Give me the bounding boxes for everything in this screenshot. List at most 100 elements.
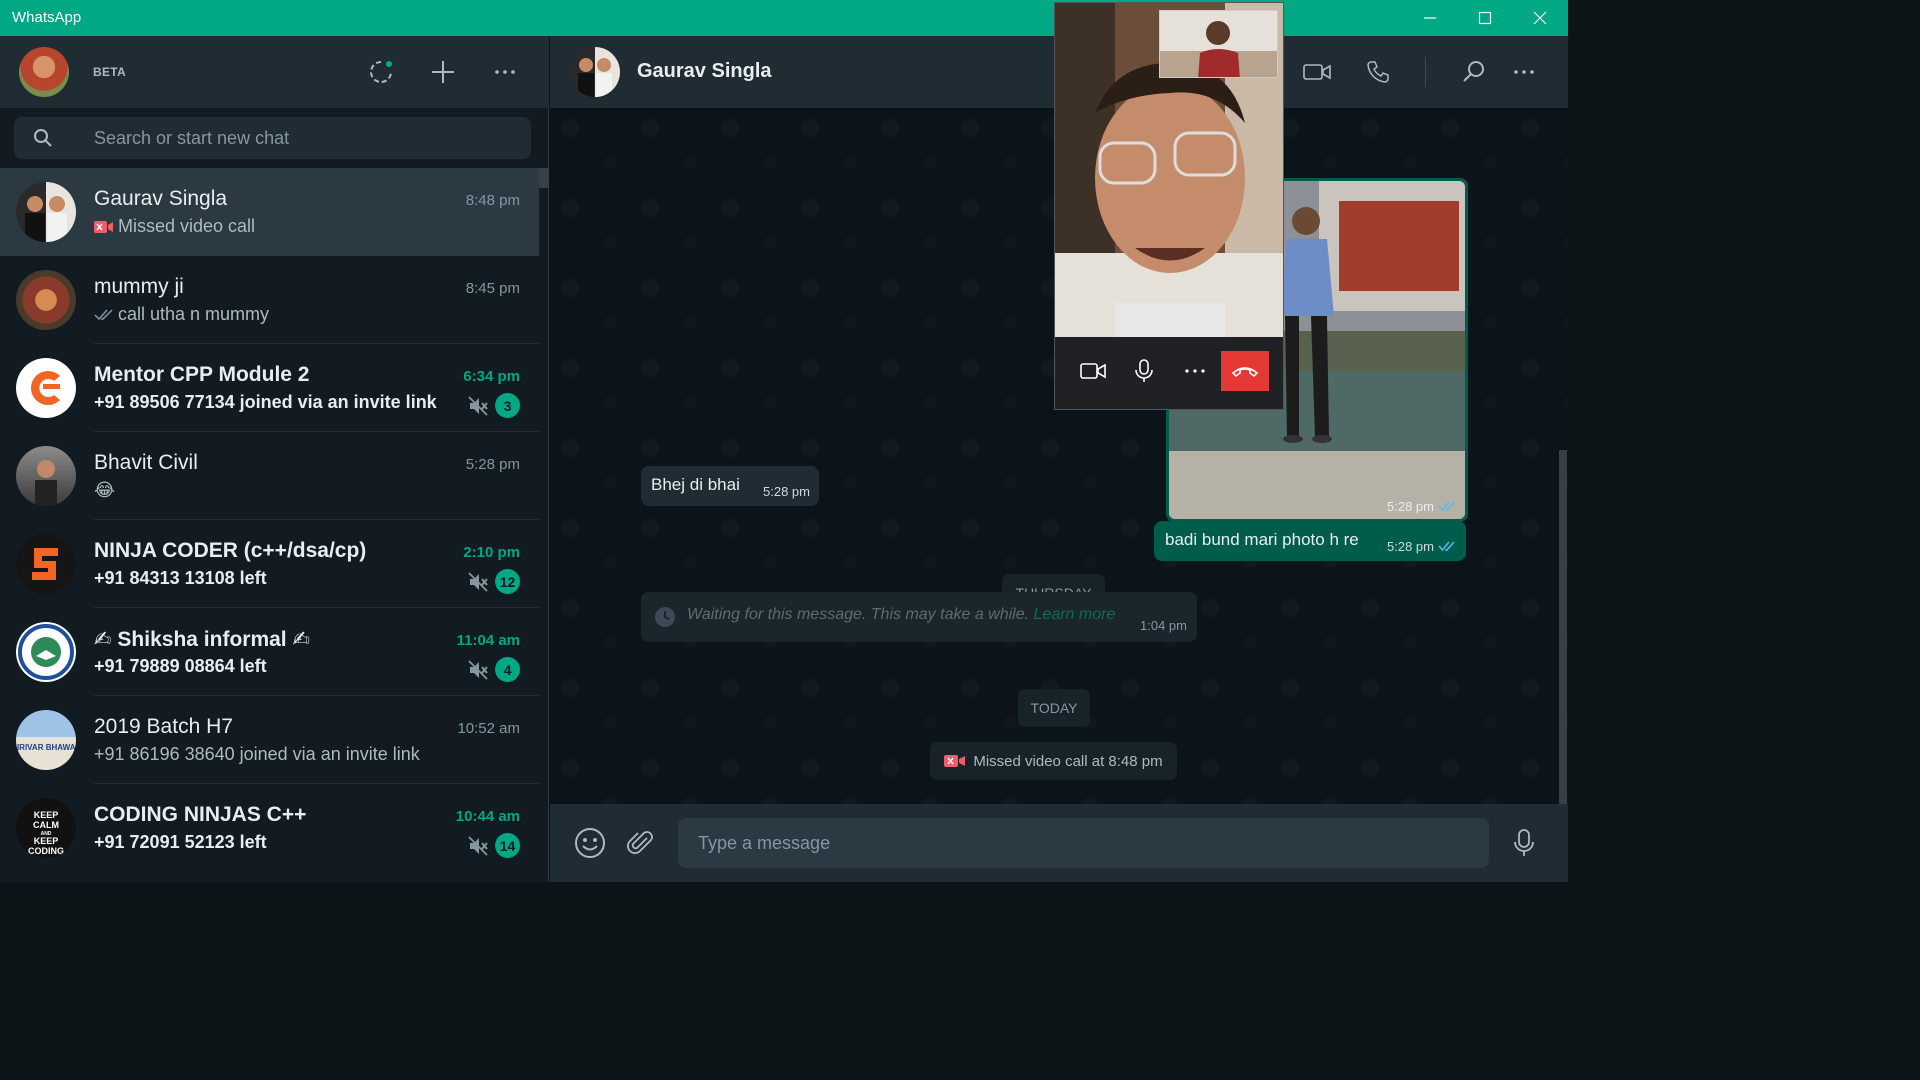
chat-preview: +91 89506 77134 joined via an invite lin… — [94, 392, 437, 413]
contact-avatar[interactable] — [570, 47, 620, 97]
voice-call-button[interactable] — [1360, 54, 1396, 90]
chat-preview-text: call utha n mummy — [118, 304, 270, 324]
svg-text:KEEP: KEEP — [34, 836, 59, 846]
new-chat-button[interactable] — [425, 54, 461, 90]
avatar — [16, 182, 76, 242]
image-message-meta: 5:28 pm — [1387, 499, 1456, 514]
chat-list-pane: BETA Gaurav Singla 8:48 pm Miss — [0, 36, 549, 882]
search-input[interactable] — [94, 117, 514, 159]
avatar: GIRIVAR BHAWAN — [16, 710, 76, 770]
call-controls — [1055, 337, 1283, 409]
chat-item-bhavit-civil[interactable]: Bhavit Civil 5:28 pm 😂 — [0, 432, 539, 520]
chat-preview-text: +91 84313 13108 left — [94, 568, 267, 588]
chat-list: Gaurav Singla 8:48 pm Missed video call … — [0, 168, 539, 872]
chat-preview: 😂 — [94, 480, 115, 501]
learn-more-link[interactable]: Learn more — [1034, 606, 1116, 623]
muted-icon — [468, 572, 488, 592]
video-call-button[interactable] — [1299, 54, 1335, 90]
outgoing-message[interactable]: badi bund mari photo h re 5:28 pm — [1154, 521, 1466, 561]
app-title: WhatsApp — [12, 9, 82, 26]
toggle-mic-button[interactable] — [1120, 351, 1168, 391]
chat-item-ninja-coder[interactable]: NINJA CODER (c++/dsa/cp) 2:10 pm +91 843… — [0, 520, 539, 608]
call-more-button[interactable] — [1171, 351, 1219, 391]
missed-video-icon — [94, 220, 113, 233]
avatar — [16, 358, 76, 418]
muted-icon — [468, 836, 488, 856]
double-check-icon — [94, 308, 113, 320]
message-text: Bhej di bhai — [651, 475, 740, 494]
double-check-icon — [1438, 501, 1455, 512]
chat-name: Gaurav Singla — [94, 187, 228, 210]
chat-name: Mentor CPP Module 2 — [94, 363, 310, 386]
messages-scrollbar[interactable] — [1559, 450, 1567, 804]
muted-icon — [468, 660, 488, 680]
close-icon — [1533, 11, 1547, 25]
minimize-button[interactable] — [1402, 0, 1458, 36]
chat-time: 8:45 pm — [465, 280, 520, 297]
chat-time: 5:28 pm — [465, 456, 520, 473]
search-in-chat-button[interactable] — [1456, 54, 1492, 90]
chat-time: 10:52 am — [457, 720, 520, 737]
microphone-icon — [1135, 359, 1153, 382]
emoji-button[interactable] — [571, 824, 609, 862]
search-box[interactable] — [14, 117, 531, 159]
chat-preview: call utha n mummy — [94, 304, 269, 325]
maximize-button[interactable] — [1457, 0, 1513, 36]
svg-text:CALM: CALM — [33, 820, 59, 830]
unread-badge: 3 — [495, 393, 520, 418]
message-time: 5:28 pm — [763, 484, 810, 499]
double-check-icon — [1438, 541, 1455, 552]
chat-preview-text: Missed video call — [118, 216, 256, 236]
chat-item-mentor-cpp[interactable]: Mentor CPP Module 2 6:34 pm +91 89506 77… — [0, 344, 539, 432]
contact-name[interactable]: Gaurav Singla — [637, 60, 772, 83]
chat-item-coding-ninjas-cpp[interactable]: KEEP CALM AND KEEP CODING CODING NINJAS … — [0, 784, 539, 872]
end-call-button[interactable] — [1221, 351, 1269, 391]
menu-button[interactable] — [487, 54, 523, 90]
voice-message-button[interactable] — [1505, 824, 1543, 862]
search-icon — [1463, 61, 1484, 82]
message-time: 1:04 pm — [1140, 618, 1187, 633]
phone-icon — [1367, 61, 1389, 83]
chat-preview-text: +91 72091 52123 left — [94, 832, 267, 852]
beta-label: BETA — [93, 65, 126, 79]
chat-menu-button[interactable] — [1506, 54, 1542, 90]
video-camera-icon — [1303, 64, 1331, 80]
close-button[interactable] — [1512, 0, 1568, 36]
chat-preview: Missed video call — [94, 216, 255, 237]
my-avatar[interactable] — [19, 47, 69, 97]
chat-item-2019-batch-h7[interactable]: GIRIVAR BHAWAN 2019 Batch H7 10:52 am +9… — [0, 696, 539, 784]
status-button[interactable] — [363, 54, 399, 90]
more-options-icon — [1514, 70, 1534, 74]
chat-preview-text: +91 89506 77134 joined via an invite lin… — [94, 392, 437, 412]
left-header: BETA — [0, 36, 549, 108]
muted-icon — [468, 396, 488, 416]
attach-button[interactable] — [622, 824, 660, 862]
message-meta: 5:28 pm — [1387, 539, 1456, 554]
chat-item-gaurav-singla[interactable]: Gaurav Singla 8:48 pm Missed video call — [0, 168, 539, 256]
hang-up-icon — [1231, 367, 1259, 378]
title-bar: WhatsApp — [0, 0, 1568, 36]
video-camera-icon — [1080, 363, 1106, 379]
svg-text:CODING: CODING — [28, 846, 64, 856]
chat-time: 6:34 pm — [463, 368, 520, 385]
message-input[interactable] — [678, 818, 1489, 868]
toggle-camera-button[interactable] — [1069, 351, 1117, 391]
chat-item-mummy-ji[interactable]: mummy ji 8:45 pm call utha n mummy — [0, 256, 539, 344]
self-video[interactable] — [1159, 10, 1278, 78]
message-time: 5:28 pm — [1387, 539, 1434, 554]
emoji-icon — [575, 828, 605, 858]
chat-list-scrollbar[interactable] — [539, 168, 549, 188]
missed-call-notice[interactable]: Missed video call at 8:48 pm — [930, 742, 1177, 780]
status-icon — [370, 61, 392, 83]
chat-preview: +91 84313 13108 left — [94, 568, 267, 589]
missed-call-text: Missed video call at 8:48 pm — [973, 752, 1163, 770]
chat-time: 2:10 pm — [463, 544, 520, 561]
minimize-icon — [1424, 17, 1436, 19]
chat-item-shiksha-informal[interactable]: ✍ Shiksha informal ✍ 11:04 am +91 79889 … — [0, 608, 539, 696]
incoming-message[interactable]: Bhej di bhai 5:28 pm — [641, 466, 819, 506]
avatar — [16, 446, 76, 506]
chat-preview-text: 😂 — [94, 480, 116, 500]
chat-time: 8:48 pm — [465, 192, 520, 209]
video-call-window[interactable] — [1054, 2, 1284, 410]
microphone-icon — [1514, 829, 1534, 856]
